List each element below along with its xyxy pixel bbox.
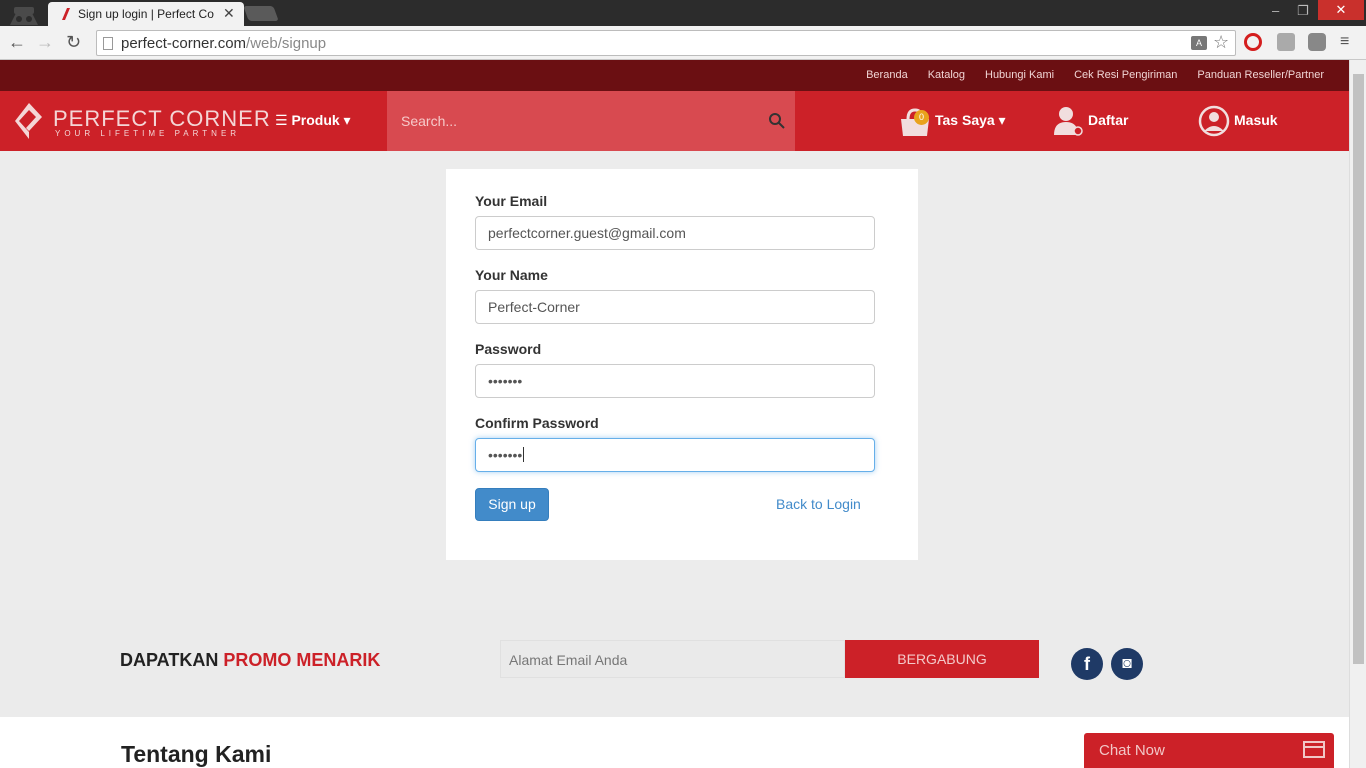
bookmark-star-icon[interactable]: ☆ <box>1213 32 1229 53</box>
chat-window-icon[interactable] <box>1303 741 1325 758</box>
perfect-corner-logo-icon[interactable] <box>14 101 44 141</box>
confirm-password-label: Confirm Password <box>475 415 599 431</box>
user-circle-icon[interactable] <box>1198 105 1230 137</box>
password-field[interactable]: ••••••• <box>475 364 875 398</box>
cube-extension-icon[interactable] <box>1277 33 1295 51</box>
chat-now-widget[interactable]: Chat Now <box>1084 733 1334 768</box>
instagram-icon[interactable]: ◙ <box>1111 648 1143 680</box>
address-bar[interactable]: perfect-corner.com/web/signup A ☆ <box>96 30 1236 56</box>
toplink-beranda[interactable]: Beranda <box>866 69 908 81</box>
url-text: perfect-corner.com/web/signup <box>121 35 326 52</box>
facebook-icon[interactable]: f <box>1071 648 1103 680</box>
page-icon <box>103 37 113 50</box>
browser-tabstrip: Sign up login | Perfect Co ✕ – ❐ ✕ <box>0 0 1366 26</box>
signup-form: Your Email perfectcorner.guest@gmail.com… <box>446 169 918 560</box>
email-field[interactable]: perfectcorner.guest@gmail.com <box>475 216 875 250</box>
chat-now-label: Chat Now <box>1099 742 1165 759</box>
tab-close-icon[interactable]: ✕ <box>223 5 235 21</box>
back-arrow-icon[interactable]: ← <box>8 32 26 52</box>
produk-menu[interactable]: ☰ Produk ▾ <box>275 112 351 129</box>
perfect-corner-favicon-icon <box>62 8 70 20</box>
page-scrollbar[interactable] <box>1349 60 1366 768</box>
reload-icon[interactable]: ↻ <box>66 32 81 52</box>
search-placeholder: Search... <box>401 113 458 129</box>
search-icon[interactable] <box>768 112 786 130</box>
tas-saya-menu[interactable]: Tas Saya ▾ <box>935 112 1006 129</box>
window-restore-button[interactable]: ❐ <box>1297 2 1309 20</box>
bergabung-button[interactable]: BERGABUNG <box>845 640 1039 678</box>
name-label: Your Name <box>475 267 548 283</box>
about-title: Tentang Kami <box>121 741 272 767</box>
signup-button[interactable]: Sign up <box>475 488 549 521</box>
promo-prefix: DAPATKAN <box>120 650 224 670</box>
top-links: Beranda Katalog Hubungi Kami Cek Resi Pe… <box>866 69 1324 81</box>
brand-tagline: YOUR LIFETIME PARTNER <box>55 129 241 138</box>
site-topbar: Beranda Katalog Hubungi Kami Cek Resi Pe… <box>0 60 1349 91</box>
incognito-icon <box>10 7 38 25</box>
text-caret <box>523 447 525 462</box>
email-label: Your Email <box>475 193 548 209</box>
stack-extension-icon[interactable] <box>1308 33 1326 51</box>
toplink-hubungi-kami[interactable]: Hubungi Kami <box>985 69 1054 81</box>
masuk-link[interactable]: Masuk <box>1234 112 1278 128</box>
forward-arrow-icon[interactable]: → <box>36 32 54 52</box>
search-input[interactable]: Search... <box>387 91 795 151</box>
toplink-katalog[interactable]: Katalog <box>928 69 965 81</box>
browser-menu-icon[interactable]: ≡ <box>1340 34 1349 50</box>
browser-toolbar: ← → ↻ perfect-corner.com/web/signup A ☆ … <box>0 26 1366 60</box>
toplink-cek-resi[interactable]: Cek Resi Pengiriman <box>1074 69 1177 81</box>
window-close-button[interactable]: ✕ <box>1318 0 1364 20</box>
confirm-password-field[interactable]: ••••••• <box>475 438 875 472</box>
promo-title: DAPATKAN PROMO MENARIK <box>120 650 380 671</box>
window-minimize-button[interactable]: – <box>1272 2 1279 20</box>
new-tab-button[interactable] <box>243 6 279 21</box>
password-label: Password <box>475 341 542 357</box>
url-host: perfect-corner.com <box>121 35 247 52</box>
newsletter-email-input[interactable]: Alamat Email Anda <box>500 640 845 678</box>
promo-highlight: PROMO MENARIK <box>223 650 381 670</box>
add-user-icon[interactable] <box>1052 105 1084 137</box>
cart-count-badge: 0 <box>914 110 929 125</box>
confirm-password-value: ••••••• <box>488 447 523 463</box>
site-header: PERFECT CORNER YOUR LIFETIME PARTNER ☰ P… <box>0 91 1349 151</box>
toplink-panduan-reseller[interactable]: Panduan Reseller/Partner <box>1197 69 1324 81</box>
daftar-link[interactable]: Daftar <box>1088 112 1128 128</box>
back-to-login-link[interactable]: Back to Login <box>776 496 861 512</box>
translate-icon[interactable]: A <box>1191 36 1207 50</box>
browser-tab-active[interactable]: Sign up login | Perfect Co ✕ <box>48 2 244 26</box>
promo-section: DAPATKAN PROMO MENARIK Alamat Email Anda… <box>0 610 1349 717</box>
scrollbar-thumb[interactable] <box>1353 74 1364 664</box>
tab-title: Sign up login | Perfect Co <box>78 7 214 21</box>
opera-extension-icon[interactable] <box>1244 33 1262 51</box>
newsletter-placeholder: Alamat Email Anda <box>509 652 628 668</box>
url-path: /web/signup <box>246 35 327 52</box>
name-field[interactable]: Perfect-Corner <box>475 290 875 324</box>
